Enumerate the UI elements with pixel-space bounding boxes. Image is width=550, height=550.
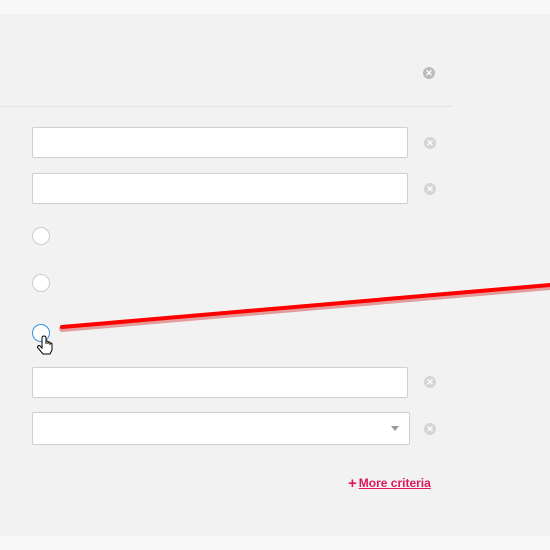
annotation-overlay (37, 283, 550, 355)
annotation-line (60, 283, 550, 329)
hand-cursor-icon (37, 335, 53, 355)
